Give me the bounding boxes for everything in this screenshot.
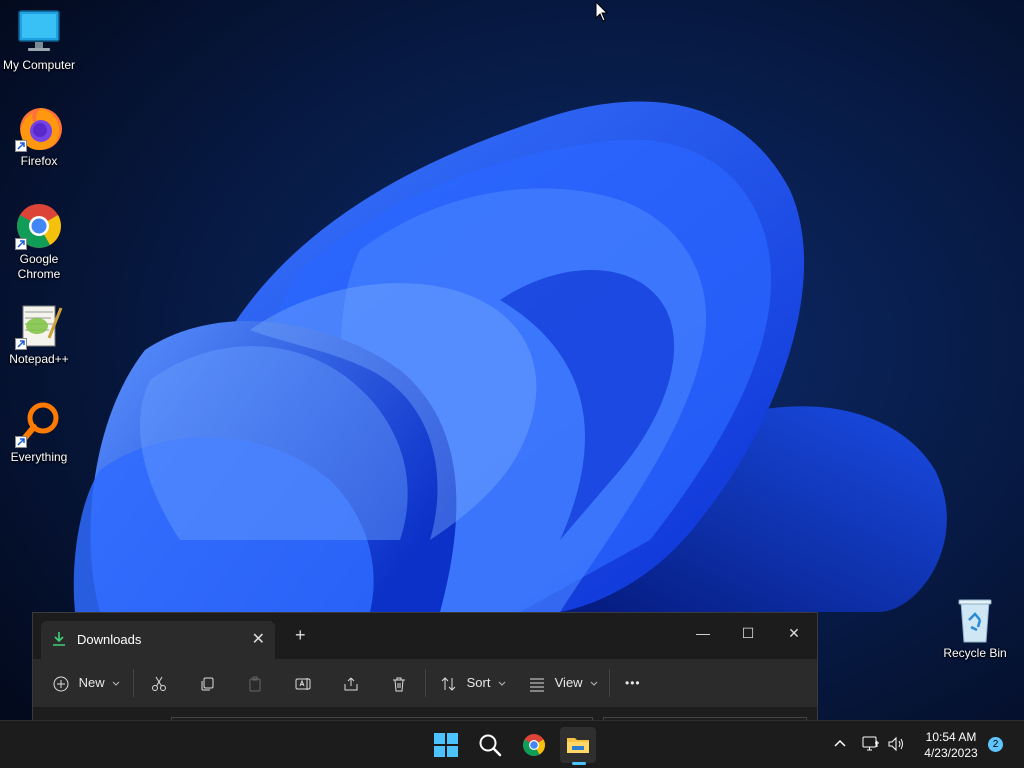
cut-button[interactable]	[151, 671, 167, 695]
shortcut-arrow-icon	[15, 436, 27, 448]
trash-icon	[393, 677, 405, 692]
desktop-icon-everything[interactable]: Everything	[1, 400, 77, 465]
system-clock[interactable]: 10:54 AM 4/23/2023	[914, 729, 988, 761]
everything-icon	[13, 400, 65, 448]
chevron-down-icon	[590, 681, 598, 686]
monitor-icon	[13, 8, 65, 56]
chrome-icon	[523, 734, 545, 756]
shortcut-arrow-icon	[15, 238, 27, 250]
toolbar-divider	[425, 669, 426, 697]
tab-bar: Downloads ✕ + — ☐ ✕	[33, 613, 817, 659]
taskbar-chrome-button[interactable]	[516, 727, 552, 763]
network-icon[interactable]	[862, 735, 880, 753]
toolbar-divider	[609, 669, 610, 697]
clipboard-icon	[249, 676, 261, 692]
chevron-down-icon	[498, 681, 506, 686]
volume-icon[interactable]	[887, 735, 905, 753]
rename-icon	[295, 677, 311, 690]
desktop-icon-label: Everything	[10, 450, 68, 464]
recycle-bin-icon	[949, 596, 1001, 644]
toolbar-divider	[133, 669, 134, 697]
taskbar-file-explorer-button[interactable]	[560, 727, 596, 763]
sort-button[interactable]: Sort	[441, 671, 506, 695]
close-tab-button[interactable]: ✕	[252, 629, 265, 649]
mouse-cursor-icon	[595, 1, 609, 22]
notepadpp-icon	[13, 302, 65, 350]
more-options-button[interactable]: •••	[625, 671, 641, 695]
command-bar: New Sort View •••	[33, 659, 817, 707]
shortcut-arrow-icon	[15, 140, 27, 152]
new-button[interactable]: New	[53, 671, 120, 695]
new-tab-button[interactable]: +	[295, 625, 306, 646]
shortcut-arrow-icon	[15, 338, 27, 350]
desktop-icon-google-chrome[interactable]: Google Chrome	[1, 202, 77, 282]
new-label: New	[78, 675, 105, 690]
sort-label: Sort	[466, 675, 491, 690]
desktop-icon-label: Google Chrome	[17, 252, 61, 281]
scissors-icon	[152, 676, 166, 691]
view-button[interactable]: View	[529, 671, 598, 695]
view-list-icon	[530, 678, 544, 692]
copy-icon	[201, 677, 214, 691]
desktop-icon-label: My Computer	[2, 58, 76, 72]
minimize-button[interactable]: —	[683, 619, 723, 647]
chevron-up-icon[interactable]	[832, 735, 848, 751]
clock-time: 10:54 AM	[925, 730, 977, 744]
start-icon	[434, 733, 458, 757]
search-icon	[479, 734, 502, 757]
share-button[interactable]	[343, 671, 359, 695]
firefox-icon	[13, 104, 65, 152]
clock-date: 4/23/2023	[924, 746, 978, 760]
desktop-icon-my-computer[interactable]: My Computer	[1, 8, 77, 73]
paste-button[interactable]	[247, 671, 263, 695]
view-label: View	[554, 675, 583, 690]
chevron-down-icon	[112, 681, 120, 686]
maximize-button[interactable]: ☐	[728, 619, 768, 647]
rename-button[interactable]	[295, 671, 313, 695]
desktop-icon-label: Firefox	[20, 154, 58, 168]
notification-badge[interactable]: 2	[988, 737, 1003, 752]
tab-downloads[interactable]: Downloads ✕	[41, 621, 275, 659]
taskbar: 10:54 AM 4/23/2023 2	[0, 720, 1024, 768]
desktop-icon-notepadpp[interactable]: Notepad++	[1, 302, 77, 367]
plus-circle-icon	[53, 676, 69, 692]
file-explorer-icon	[567, 738, 589, 753]
chrome-icon	[13, 202, 65, 250]
tab-title: Downloads	[77, 632, 142, 647]
sort-icon	[441, 676, 456, 691]
delete-button[interactable]	[391, 671, 407, 695]
file-explorer-window[interactable]: Downloads ✕ + — ☐ ✕ New Sort View •••	[32, 612, 818, 724]
desktop-icon-label: Recycle Bin	[943, 646, 1007, 660]
share-icon	[344, 677, 358, 691]
desktop-icon-firefox[interactable]: Firefox	[1, 104, 77, 169]
active-app-indicator	[572, 762, 586, 765]
download-icon	[53, 632, 65, 646]
desktop-icon-label: Notepad++	[9, 352, 69, 366]
copy-button[interactable]	[199, 671, 215, 695]
close-window-button[interactable]: ✕	[774, 619, 814, 647]
desktop-icon-recycle-bin[interactable]: Recycle Bin	[937, 596, 1013, 661]
start-button[interactable]	[428, 727, 464, 763]
search-button[interactable]	[472, 727, 508, 763]
